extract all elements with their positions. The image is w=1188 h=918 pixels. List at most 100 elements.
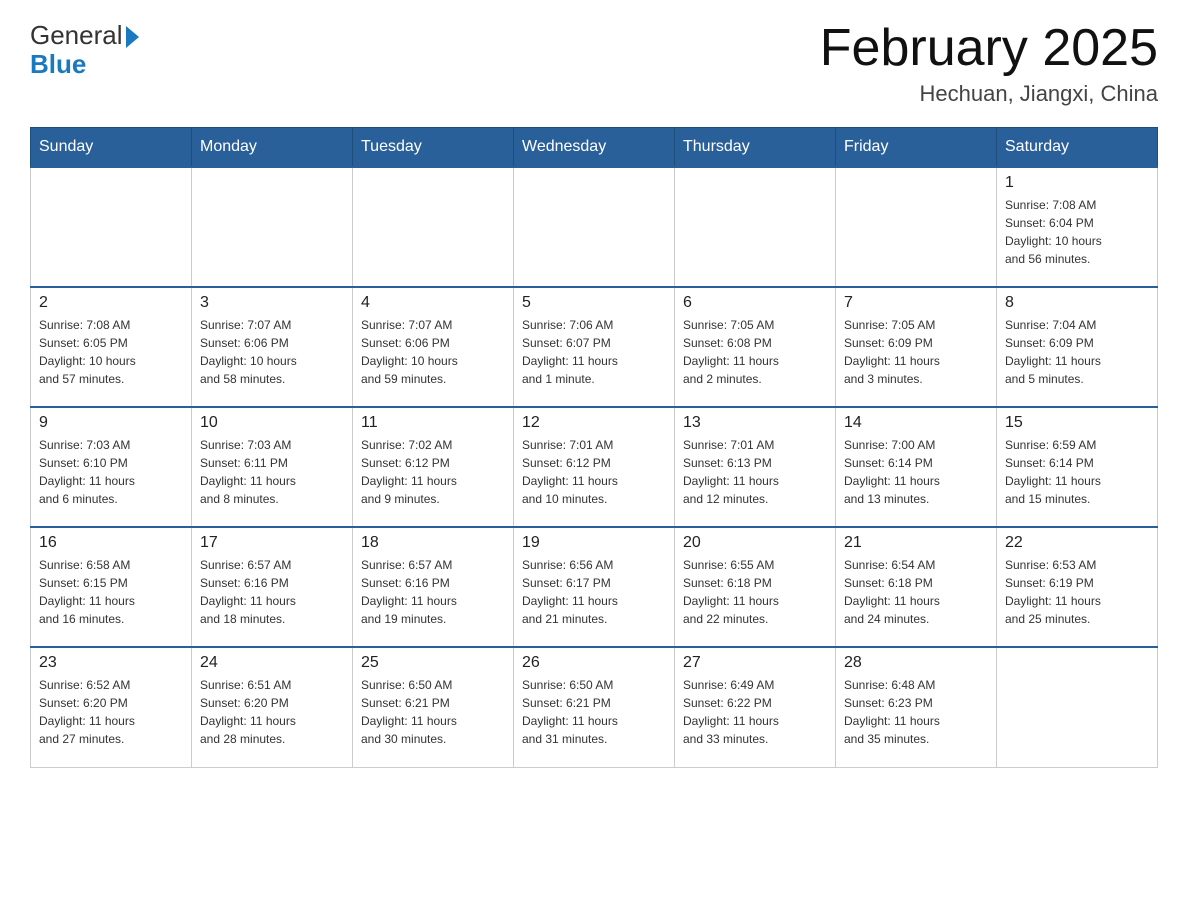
day-info: Sunrise: 7:01 AM Sunset: 6:12 PM Dayligh…	[522, 436, 666, 508]
day-info: Sunrise: 6:55 AM Sunset: 6:18 PM Dayligh…	[683, 556, 827, 628]
day-info: Sunrise: 6:52 AM Sunset: 6:20 PM Dayligh…	[39, 676, 183, 748]
calendar-cell: 15 Sunrise: 6:59 AM Sunset: 6:14 PM Dayli…	[997, 407, 1158, 527]
day-number: 6	[683, 294, 827, 312]
day-info: Sunrise: 7:05 AM Sunset: 6:08 PM Dayligh…	[683, 316, 827, 388]
day-number: 22	[1005, 534, 1149, 552]
calendar-cell: 13 Sunrise: 7:01 AM Sunset: 6:13 PM Dayli…	[675, 407, 836, 527]
day-header-tuesday: Tuesday	[353, 128, 514, 168]
day-info: Sunrise: 6:56 AM Sunset: 6:17 PM Dayligh…	[522, 556, 666, 628]
calendar-subtitle: Hechuan, Jiangxi, China	[820, 81, 1158, 107]
calendar-cell: 22 Sunrise: 6:53 AM Sunset: 6:19 PM Dayli…	[997, 527, 1158, 647]
calendar-cell: 8 Sunrise: 7:04 AM Sunset: 6:09 PM Daylig…	[997, 287, 1158, 407]
calendar-cell: 17 Sunrise: 6:57 AM Sunset: 6:16 PM Dayli…	[192, 527, 353, 647]
day-header-thursday: Thursday	[675, 128, 836, 168]
calendar-header-row: SundayMondayTuesdayWednesdayThursdayFrid…	[31, 128, 1158, 168]
calendar-cell: 19Sunrise: 6:56 AM Sunset: 6:17 PM Dayli…	[514, 527, 675, 647]
day-info: Sunrise: 6:48 AM Sunset: 6:23 PM Dayligh…	[844, 676, 988, 748]
day-number: 5	[522, 294, 666, 312]
day-info: Sunrise: 7:03 AM Sunset: 6:11 PM Dayligh…	[200, 436, 344, 508]
logo: General Blue	[30, 20, 139, 80]
calendar-cell	[353, 167, 514, 287]
calendar-cell: 26 Sunrise: 6:50 AM Sunset: 6:21 PM Dayli…	[514, 647, 675, 767]
day-header-friday: Friday	[836, 128, 997, 168]
week-row-2: 2 Sunrise: 7:08 AM Sunset: 6:05 PM Daylig…	[31, 287, 1158, 407]
calendar-cell: 7 Sunrise: 7:05 AM Sunset: 6:09 PM Daylig…	[836, 287, 997, 407]
day-number: 24	[200, 654, 344, 672]
logo-general-text: General	[30, 20, 123, 51]
day-number: 7	[844, 294, 988, 312]
day-number: 10	[200, 414, 344, 432]
day-info: Sunrise: 7:06 AM Sunset: 6:07 PM Dayligh…	[522, 316, 666, 388]
calendar-cell: 10 Sunrise: 7:03 AM Sunset: 6:11 PM Dayli…	[192, 407, 353, 527]
day-header-wednesday: Wednesday	[514, 128, 675, 168]
day-number: 3	[200, 294, 344, 312]
calendar-cell: 16 Sunrise: 6:58 AM Sunset: 6:15 PM Dayli…	[31, 527, 192, 647]
day-info: Sunrise: 7:08 AM Sunset: 6:04 PM Dayligh…	[1005, 196, 1149, 268]
calendar-title: February 2025	[820, 20, 1158, 77]
calendar-cell: 18 Sunrise: 6:57 AM Sunset: 6:16 PM Dayli…	[353, 527, 514, 647]
calendar-cell: 14Sunrise: 7:00 AM Sunset: 6:14 PM Dayli…	[836, 407, 997, 527]
calendar-cell: 4 Sunrise: 7:07 AM Sunset: 6:06 PM Daylig…	[353, 287, 514, 407]
day-info: Sunrise: 6:54 AM Sunset: 6:18 PM Dayligh…	[844, 556, 988, 628]
calendar-table: SundayMondayTuesdayWednesdayThursdayFrid…	[30, 127, 1158, 768]
day-number: 13	[683, 414, 827, 432]
day-number: 1	[1005, 174, 1149, 192]
calendar-title-area: February 2025 Hechuan, Jiangxi, China	[820, 20, 1158, 107]
day-info: Sunrise: 6:49 AM Sunset: 6:22 PM Dayligh…	[683, 676, 827, 748]
day-number: 28	[844, 654, 988, 672]
day-number: 16	[39, 534, 183, 552]
day-info: Sunrise: 6:58 AM Sunset: 6:15 PM Dayligh…	[39, 556, 183, 628]
day-info: Sunrise: 6:57 AM Sunset: 6:16 PM Dayligh…	[200, 556, 344, 628]
day-info: Sunrise: 7:04 AM Sunset: 6:09 PM Dayligh…	[1005, 316, 1149, 388]
calendar-cell: 27 Sunrise: 6:49 AM Sunset: 6:22 PM Dayli…	[675, 647, 836, 767]
calendar-cell: 23 Sunrise: 6:52 AM Sunset: 6:20 PM Dayli…	[31, 647, 192, 767]
day-number: 23	[39, 654, 183, 672]
week-row-4: 16 Sunrise: 6:58 AM Sunset: 6:15 PM Dayli…	[31, 527, 1158, 647]
week-row-3: 9Sunrise: 7:03 AM Sunset: 6:10 PM Daylig…	[31, 407, 1158, 527]
logo-arrow-icon	[126, 26, 139, 48]
week-row-1: 1 Sunrise: 7:08 AM Sunset: 6:04 PM Daylig…	[31, 167, 1158, 287]
day-info: Sunrise: 6:53 AM Sunset: 6:19 PM Dayligh…	[1005, 556, 1149, 628]
calendar-cell	[192, 167, 353, 287]
calendar-cell	[514, 167, 675, 287]
day-number: 26	[522, 654, 666, 672]
day-info: Sunrise: 7:05 AM Sunset: 6:09 PM Dayligh…	[844, 316, 988, 388]
day-number: 21	[844, 534, 988, 552]
day-number: 12	[522, 414, 666, 432]
day-number: 27	[683, 654, 827, 672]
calendar-cell: 12 Sunrise: 7:01 AM Sunset: 6:12 PM Dayli…	[514, 407, 675, 527]
day-info: Sunrise: 6:50 AM Sunset: 6:21 PM Dayligh…	[522, 676, 666, 748]
calendar-cell: 6 Sunrise: 7:05 AM Sunset: 6:08 PM Daylig…	[675, 287, 836, 407]
calendar-cell: 3 Sunrise: 7:07 AM Sunset: 6:06 PM Daylig…	[192, 287, 353, 407]
day-header-sunday: Sunday	[31, 128, 192, 168]
day-info: Sunrise: 7:00 AM Sunset: 6:14 PM Dayligh…	[844, 436, 988, 508]
calendar-cell: 20 Sunrise: 6:55 AM Sunset: 6:18 PM Dayli…	[675, 527, 836, 647]
day-number: 18	[361, 534, 505, 552]
day-info: Sunrise: 7:08 AM Sunset: 6:05 PM Dayligh…	[39, 316, 183, 388]
day-number: 20	[683, 534, 827, 552]
calendar-cell: 28 Sunrise: 6:48 AM Sunset: 6:23 PM Dayli…	[836, 647, 997, 767]
page-header: General Blue February 2025 Hechuan, Jian…	[30, 20, 1158, 107]
day-info: Sunrise: 6:57 AM Sunset: 6:16 PM Dayligh…	[361, 556, 505, 628]
day-number: 8	[1005, 294, 1149, 312]
calendar-cell: 21 Sunrise: 6:54 AM Sunset: 6:18 PM Dayli…	[836, 527, 997, 647]
calendar-cell: 11Sunrise: 7:02 AM Sunset: 6:12 PM Dayli…	[353, 407, 514, 527]
day-info: Sunrise: 7:02 AM Sunset: 6:12 PM Dayligh…	[361, 436, 505, 508]
calendar-cell: 24 Sunrise: 6:51 AM Sunset: 6:20 PM Dayli…	[192, 647, 353, 767]
calendar-cell: 1 Sunrise: 7:08 AM Sunset: 6:04 PM Daylig…	[997, 167, 1158, 287]
day-info: Sunrise: 6:50 AM Sunset: 6:21 PM Dayligh…	[361, 676, 505, 748]
calendar-cell: 5 Sunrise: 7:06 AM Sunset: 6:07 PM Daylig…	[514, 287, 675, 407]
calendar-cell	[675, 167, 836, 287]
day-number: 2	[39, 294, 183, 312]
day-number: 17	[200, 534, 344, 552]
calendar-cell	[836, 167, 997, 287]
day-header-monday: Monday	[192, 128, 353, 168]
day-number: 15	[1005, 414, 1149, 432]
logo-blue-text: Blue	[30, 49, 86, 80]
day-info: Sunrise: 6:59 AM Sunset: 6:14 PM Dayligh…	[1005, 436, 1149, 508]
day-info: Sunrise: 7:07 AM Sunset: 6:06 PM Dayligh…	[361, 316, 505, 388]
day-info: Sunrise: 6:51 AM Sunset: 6:20 PM Dayligh…	[200, 676, 344, 748]
day-number: 4	[361, 294, 505, 312]
day-info: Sunrise: 7:07 AM Sunset: 6:06 PM Dayligh…	[200, 316, 344, 388]
day-info: Sunrise: 7:01 AM Sunset: 6:13 PM Dayligh…	[683, 436, 827, 508]
